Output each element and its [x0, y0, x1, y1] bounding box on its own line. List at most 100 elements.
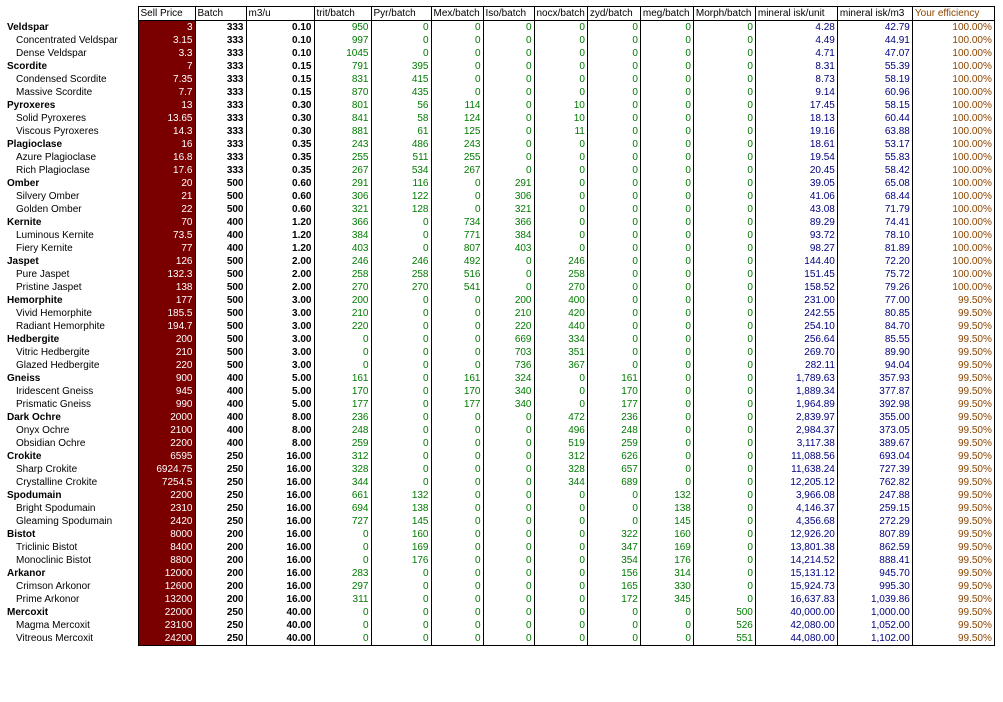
mexallon-cell[interactable]: 771 — [430, 229, 483, 242]
sell-price-cell[interactable]: 77 — [137, 242, 195, 255]
sell-price-cell[interactable]: 220 — [137, 359, 195, 372]
isk-per-unit-cell[interactable]: 8.31 — [754, 60, 838, 73]
isk-per-unit-cell[interactable]: 89.29 — [754, 216, 838, 229]
isogen-cell[interactable]: 0 — [482, 450, 534, 463]
volume-cell[interactable]: 0.60 — [245, 203, 314, 216]
zydrine-cell[interactable]: 0 — [586, 177, 641, 190]
mexallon-cell[interactable]: 0 — [430, 606, 483, 619]
zydrine-cell[interactable]: 0 — [586, 619, 641, 632]
isk-per-m3-cell[interactable]: 357.93 — [836, 372, 913, 385]
nocxium-cell[interactable]: 0 — [533, 619, 588, 632]
volume-cell[interactable]: 16.00 — [245, 593, 314, 606]
efficiency-cell[interactable]: 100.00% — [911, 47, 995, 60]
zydrine-cell[interactable]: 0 — [586, 359, 641, 372]
morphite-cell[interactable]: 0 — [692, 541, 756, 554]
pyerite-cell[interactable]: 58 — [370, 112, 431, 125]
ore-name-cell[interactable]: Jaspet — [1, 255, 138, 268]
pyerite-cell[interactable]: 122 — [370, 190, 431, 203]
isk-per-unit-cell[interactable]: 15,924.73 — [754, 580, 838, 593]
sell-price-cell[interactable]: 194.7 — [137, 320, 195, 333]
sell-price-cell[interactable]: 21 — [137, 190, 195, 203]
ore-name-cell[interactable]: Vivid Hemorphite — [1, 307, 138, 320]
zydrine-cell[interactable]: 0 — [586, 346, 641, 359]
batch-cell[interactable]: 250 — [194, 606, 246, 619]
batch-cell[interactable]: 500 — [194, 333, 246, 346]
isogen-cell[interactable]: 0 — [482, 541, 534, 554]
ore-name-cell[interactable]: Gleaming Spodumain — [1, 515, 138, 528]
pyerite-cell[interactable]: 0 — [370, 593, 431, 606]
efficiency-cell[interactable]: 99.50% — [911, 528, 995, 541]
header-volume[interactable]: m3/u — [245, 6, 314, 21]
pyerite-cell[interactable]: 176 — [370, 554, 431, 567]
tritanium-cell[interactable]: 881 — [313, 125, 371, 138]
volume-cell[interactable]: 16.00 — [245, 476, 314, 489]
header-ore-name[interactable] — [1, 7, 138, 21]
batch-cell[interactable]: 250 — [194, 489, 246, 502]
isogen-cell[interactable]: 306 — [482, 190, 534, 203]
isk-per-m3-cell[interactable]: 1,052.00 — [836, 619, 913, 632]
mexallon-cell[interactable]: 0 — [430, 489, 483, 502]
isogen-cell[interactable]: 0 — [482, 34, 534, 47]
sell-price-cell[interactable]: 7 — [137, 60, 195, 73]
ore-name-cell[interactable]: Hemorphite — [1, 294, 138, 307]
nocxium-cell[interactable]: 0 — [533, 567, 588, 580]
nocxium-cell[interactable]: 0 — [533, 190, 588, 203]
pyerite-cell[interactable]: 0 — [370, 20, 431, 34]
morphite-cell[interactable]: 0 — [692, 138, 756, 151]
isk-per-m3-cell[interactable]: 888.41 — [836, 554, 913, 567]
zydrine-cell[interactable]: 0 — [586, 99, 641, 112]
isogen-cell[interactable]: 321 — [482, 203, 534, 216]
isogen-cell[interactable]: 0 — [482, 528, 534, 541]
tritanium-cell[interactable]: 283 — [313, 567, 371, 580]
ore-name-cell[interactable]: Hedbergite — [1, 333, 138, 346]
tritanium-cell[interactable]: 801 — [313, 99, 371, 112]
isogen-cell[interactable]: 703 — [482, 346, 534, 359]
ore-name-cell[interactable]: Bright Spodumain — [1, 502, 138, 515]
megacyte-cell[interactable]: 0 — [639, 216, 694, 229]
megacyte-cell[interactable]: 0 — [639, 450, 694, 463]
tritanium-cell[interactable]: 1045 — [313, 47, 371, 60]
efficiency-cell[interactable]: 99.50% — [911, 593, 995, 606]
nocxium-cell[interactable]: 344 — [533, 476, 588, 489]
isk-per-m3-cell[interactable]: 60.44 — [836, 112, 913, 125]
zydrine-cell[interactable]: 0 — [586, 320, 641, 333]
volume-cell[interactable]: 3.00 — [245, 320, 314, 333]
isk-per-unit-cell[interactable]: 19.16 — [754, 125, 838, 138]
mexallon-cell[interactable]: 0 — [430, 580, 483, 593]
pyerite-cell[interactable]: 0 — [370, 307, 431, 320]
batch-cell[interactable]: 400 — [194, 411, 246, 424]
zydrine-cell[interactable]: 0 — [586, 47, 641, 60]
volume-cell[interactable]: 0.10 — [245, 20, 314, 34]
volume-cell[interactable]: 8.00 — [245, 437, 314, 450]
efficiency-cell[interactable]: 99.50% — [911, 580, 995, 593]
isogen-cell[interactable]: 384 — [482, 229, 534, 242]
batch-cell[interactable]: 400 — [194, 437, 246, 450]
isk-per-m3-cell[interactable]: 1,000.00 — [836, 606, 913, 619]
volume-cell[interactable]: 1.20 — [245, 229, 314, 242]
efficiency-cell[interactable]: 100.00% — [911, 216, 995, 229]
isk-per-unit-cell[interactable]: 3,966.08 — [754, 489, 838, 502]
nocxium-cell[interactable]: 258 — [533, 268, 588, 281]
isogen-cell[interactable]: 736 — [482, 359, 534, 372]
isk-per-unit-cell[interactable]: 39.05 — [754, 177, 838, 190]
nocxium-cell[interactable]: 0 — [533, 86, 588, 99]
mexallon-cell[interactable]: 125 — [430, 125, 483, 138]
pyerite-cell[interactable]: 435 — [370, 86, 431, 99]
mexallon-cell[interactable]: 516 — [430, 268, 483, 281]
sell-price-cell[interactable]: 2200 — [137, 437, 195, 450]
isk-per-m3-cell[interactable]: 65.08 — [836, 177, 913, 190]
ore-name-cell[interactable]: Massive Scordite — [1, 86, 138, 99]
ore-name-cell[interactable]: Gneiss — [1, 372, 138, 385]
sell-price-cell[interactable]: 177 — [137, 294, 195, 307]
tritanium-cell[interactable]: 321 — [313, 203, 371, 216]
ore-name-cell[interactable]: Dark Ochre — [1, 411, 138, 424]
morphite-cell[interactable]: 0 — [692, 151, 756, 164]
morphite-cell[interactable]: 0 — [692, 450, 756, 463]
sell-price-cell[interactable]: 17.6 — [137, 164, 195, 177]
isogen-cell[interactable]: 0 — [482, 268, 534, 281]
sell-price-cell[interactable]: 7.35 — [137, 73, 195, 86]
batch-cell[interactable]: 500 — [194, 268, 246, 281]
efficiency-cell[interactable]: 99.50% — [911, 632, 995, 646]
tritanium-cell[interactable]: 297 — [313, 580, 371, 593]
pyerite-cell[interactable]: 169 — [370, 541, 431, 554]
